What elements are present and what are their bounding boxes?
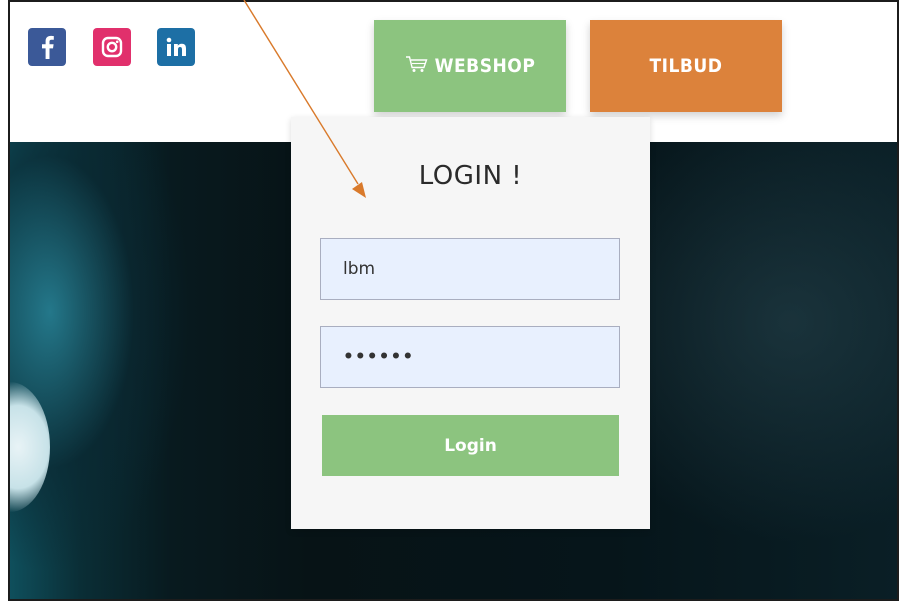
login-button[interactable]: Login <box>322 415 619 476</box>
facebook-icon[interactable] <box>28 28 66 66</box>
webshop-label: WEBSHOP <box>434 55 536 77</box>
tilbud-label: TILBUD <box>649 55 723 77</box>
browser-viewport: WEBSHOP TILBUD LOGIN ! lbm •••••• Login <box>8 0 899 601</box>
password-input[interactable]: •••••• <box>320 326 620 388</box>
linkedin-icon[interactable] <box>157 28 195 66</box>
tilbud-button[interactable]: TILBUD <box>590 20 782 112</box>
hero-glow <box>10 382 50 512</box>
login-title: LOGIN ! <box>418 161 523 191</box>
cart-icon <box>405 55 429 78</box>
username-input[interactable]: lbm <box>320 238 620 300</box>
webshop-button[interactable]: WEBSHOP <box>374 20 566 112</box>
instagram-icon[interactable] <box>93 28 131 66</box>
login-panel: LOGIN ! lbm •••••• Login <box>291 117 650 529</box>
